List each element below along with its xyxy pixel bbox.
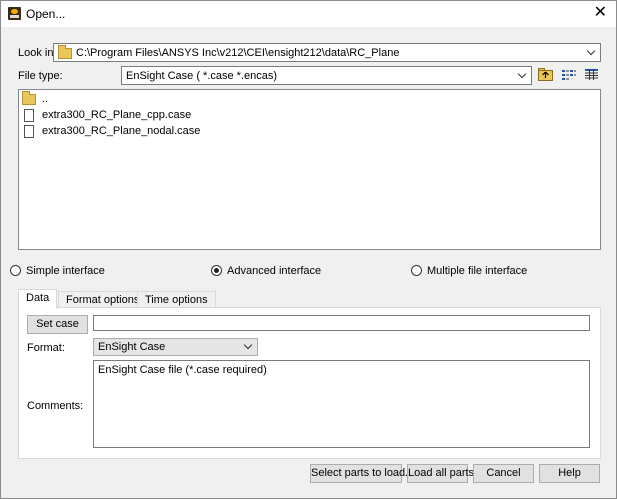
tab-format-options[interactable]: Format options [58, 291, 148, 308]
set-case-button[interactable]: Set case [27, 315, 88, 334]
tab-time-options[interactable]: Time options [137, 291, 216, 308]
file-icon [24, 124, 34, 138]
list-item-file[interactable]: extra300_RC_Plane_cpp.case [22, 107, 191, 123]
load-all-parts-button[interactable]: Load all parts [407, 464, 474, 483]
list-item-file[interactable]: extra300_RC_Plane_nodal.case [22, 123, 200, 139]
format-combo[interactable]: EnSight Case [93, 338, 258, 356]
format-label: Format: [27, 342, 65, 354]
window-title: Open... [26, 7, 66, 21]
cancel-button[interactable]: Cancel [473, 464, 534, 483]
chevron-down-icon[interactable] [587, 47, 596, 57]
file-type-value: EnSight Case ( *.case *.encas) [126, 70, 278, 82]
look-in-path: C:\Program Files\ANSYS Inc\v212\CEI\ensi… [76, 47, 400, 59]
chevron-down-icon[interactable] [244, 341, 253, 351]
folder-icon [58, 45, 72, 59]
open-dialog: Open... ✕ Look in: C:\Program Files\ANSY… [0, 0, 617, 499]
radio-circle[interactable] [411, 265, 422, 276]
radio-advanced-interface[interactable]: Advanced interface [211, 264, 321, 278]
look-in-label: Look in: [18, 47, 57, 59]
file-icon [24, 108, 34, 122]
radio-circle-selected[interactable] [211, 265, 222, 276]
radio-multiple-file-interface[interactable]: Multiple file interface [411, 264, 527, 278]
list-item-parent-folder[interactable]: .. [22, 90, 48, 107]
look-in-combo[interactable]: C:\Program Files\ANSYS Inc\v212\CEI\ensi… [53, 43, 601, 62]
select-parts-button[interactable]: Select parts to load... [310, 464, 414, 483]
file-type-label: File type: [18, 70, 63, 82]
tab-data[interactable]: Data [18, 289, 58, 309]
ensight-app-icon [8, 7, 21, 20]
help-button[interactable]: Help [539, 464, 600, 483]
file-type-combo[interactable]: EnSight Case ( *.case *.encas) [121, 66, 532, 85]
format-value: EnSight Case [98, 341, 166, 353]
radio-simple-interface[interactable]: Simple interface [10, 264, 105, 278]
detail-view-icon[interactable] [584, 68, 599, 81]
file-list[interactable]: .. extra300_RC_Plane_cpp.case extra300_R… [18, 89, 601, 250]
title-bar: Open... ✕ [1, 1, 616, 27]
case-file-input[interactable] [93, 315, 590, 331]
comments-label: Comments: [27, 400, 84, 412]
up-folder-icon[interactable] [538, 68, 553, 81]
close-icon[interactable]: ✕ [594, 4, 607, 22]
folder-icon [22, 90, 36, 105]
chevron-down-icon[interactable] [518, 70, 527, 80]
comments-textarea[interactable]: EnSight Case file (*.case required) [93, 360, 590, 448]
radio-circle[interactable] [10, 265, 21, 276]
list-view-icon[interactable] [561, 68, 576, 81]
